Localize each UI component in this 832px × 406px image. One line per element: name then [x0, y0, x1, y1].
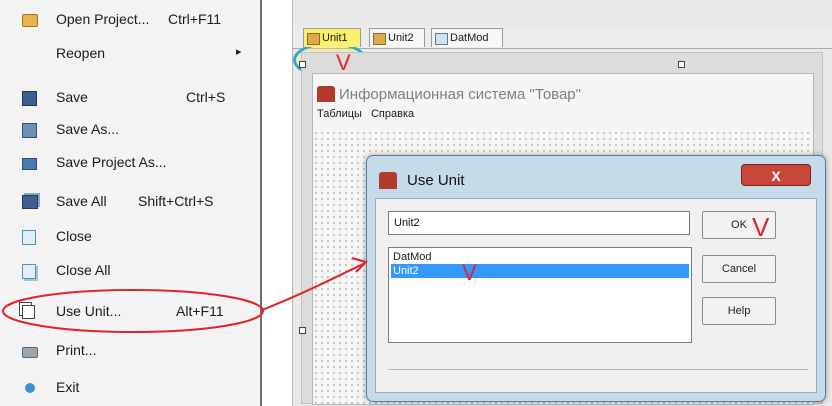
- help-button[interactable]: Help: [702, 297, 776, 325]
- tab-datmod[interactable]: DatMod: [431, 28, 503, 47]
- resize-handle[interactable]: [299, 327, 306, 334]
- menu-item-shortcut: Ctrl+S: [186, 89, 226, 105]
- resize-handle[interactable]: [678, 61, 685, 68]
- submenu-arrow-icon: ▸: [236, 46, 242, 58]
- list-item[interactable]: DatMod: [391, 250, 689, 264]
- menu-item-label: Save Project As...: [56, 154, 167, 170]
- open-folder-icon: [22, 14, 38, 27]
- menu-item-use-unit[interactable]: Use Unit... Alt+F11: [0, 294, 260, 328]
- menu-item-label: Save: [56, 89, 88, 105]
- exit-icon: [25, 383, 35, 393]
- menu-item-label: Exit: [56, 379, 80, 395]
- ok-button[interactable]: OK: [702, 211, 776, 239]
- menu-item-label: Reopen: [56, 45, 106, 61]
- unit-file-icon: [373, 33, 386, 45]
- menu-item-close[interactable]: Close: [0, 219, 260, 253]
- menu-item-label: Close All: [56, 262, 111, 278]
- menu-item-shortcut: Alt+F11: [176, 303, 224, 319]
- app-icon: [317, 86, 335, 102]
- floppy-disk-icon: [22, 123, 37, 138]
- use-unit-icon: [22, 305, 35, 319]
- tab-label: DatMod: [450, 32, 489, 44]
- resize-handle[interactable]: [299, 61, 306, 68]
- list-item-selected[interactable]: Unit2: [391, 264, 689, 278]
- dialog-body: DatMod Unit2 OK Cancel Help: [375, 198, 817, 393]
- menu-item-save[interactable]: Save Ctrl+S: [0, 80, 260, 114]
- file-menu: Open Project... Ctrl+F11 Reopen ▸ Save C…: [0, 0, 262, 406]
- floppy-disk-icon: [22, 91, 37, 106]
- menu-item-label: Save All: [56, 193, 107, 209]
- designed-form-menu: Таблицы Справка: [317, 108, 420, 120]
- menu-item-close-all[interactable]: Close All: [0, 253, 260, 287]
- menu-item-shortcut: Shift+Ctrl+S: [138, 193, 214, 209]
- unit-file-icon: [307, 33, 320, 45]
- menu-item-exit[interactable]: Exit: [0, 370, 260, 404]
- dialog-separator: [388, 369, 808, 384]
- close-file-icon: [22, 230, 36, 245]
- menu-item-open-project[interactable]: Open Project... Ctrl+F11: [0, 2, 260, 36]
- close-button[interactable]: X: [741, 164, 811, 186]
- tab-label: Unit1: [322, 32, 348, 44]
- unit-name-input[interactable]: [388, 211, 690, 235]
- menu-item-label: Open Project...: [56, 11, 150, 27]
- menu-help[interactable]: Справка: [371, 108, 414, 120]
- menu-item-save-project-as[interactable]: Save Project As...: [0, 145, 260, 179]
- menu-item-shortcut: Ctrl+F11: [168, 11, 222, 27]
- close-all-icon: [22, 264, 36, 279]
- datamodule-icon: [435, 33, 448, 45]
- menu-item-save-as[interactable]: Save As...: [0, 112, 260, 146]
- unit-list[interactable]: DatMod Unit2: [388, 247, 692, 343]
- printer-icon: [22, 347, 38, 358]
- menu-item-label: Use Unit...: [56, 303, 122, 319]
- menu-item-reopen[interactable]: Reopen ▸: [0, 36, 260, 70]
- designed-form-title: Информационная система "Товар": [339, 86, 581, 103]
- menu-item-label: Print...: [56, 342, 97, 358]
- menu-item-label: Close: [56, 228, 92, 244]
- use-unit-dialog: Use Unit X DatMod Unit2 OK Cancel Help: [366, 155, 826, 402]
- dialog-title: Use Unit: [407, 172, 465, 189]
- menu-item-print[interactable]: Print...: [0, 333, 260, 367]
- app-icon: [379, 172, 397, 189]
- cancel-button[interactable]: Cancel: [702, 255, 776, 283]
- editor-tab-strip: Unit1 Unit2 DatMod: [293, 26, 832, 78]
- menu-item-label: Save As...: [56, 121, 120, 137]
- project-icon: [22, 158, 37, 170]
- tab-unit2[interactable]: Unit2: [369, 28, 425, 47]
- save-all-icon: [22, 195, 38, 209]
- tab-unit1[interactable]: Unit1: [303, 28, 361, 47]
- tab-label: Unit2: [388, 32, 414, 44]
- menu-tables[interactable]: Таблицы: [317, 108, 362, 120]
- menu-item-save-all[interactable]: Save All Shift+Ctrl+S: [0, 184, 260, 218]
